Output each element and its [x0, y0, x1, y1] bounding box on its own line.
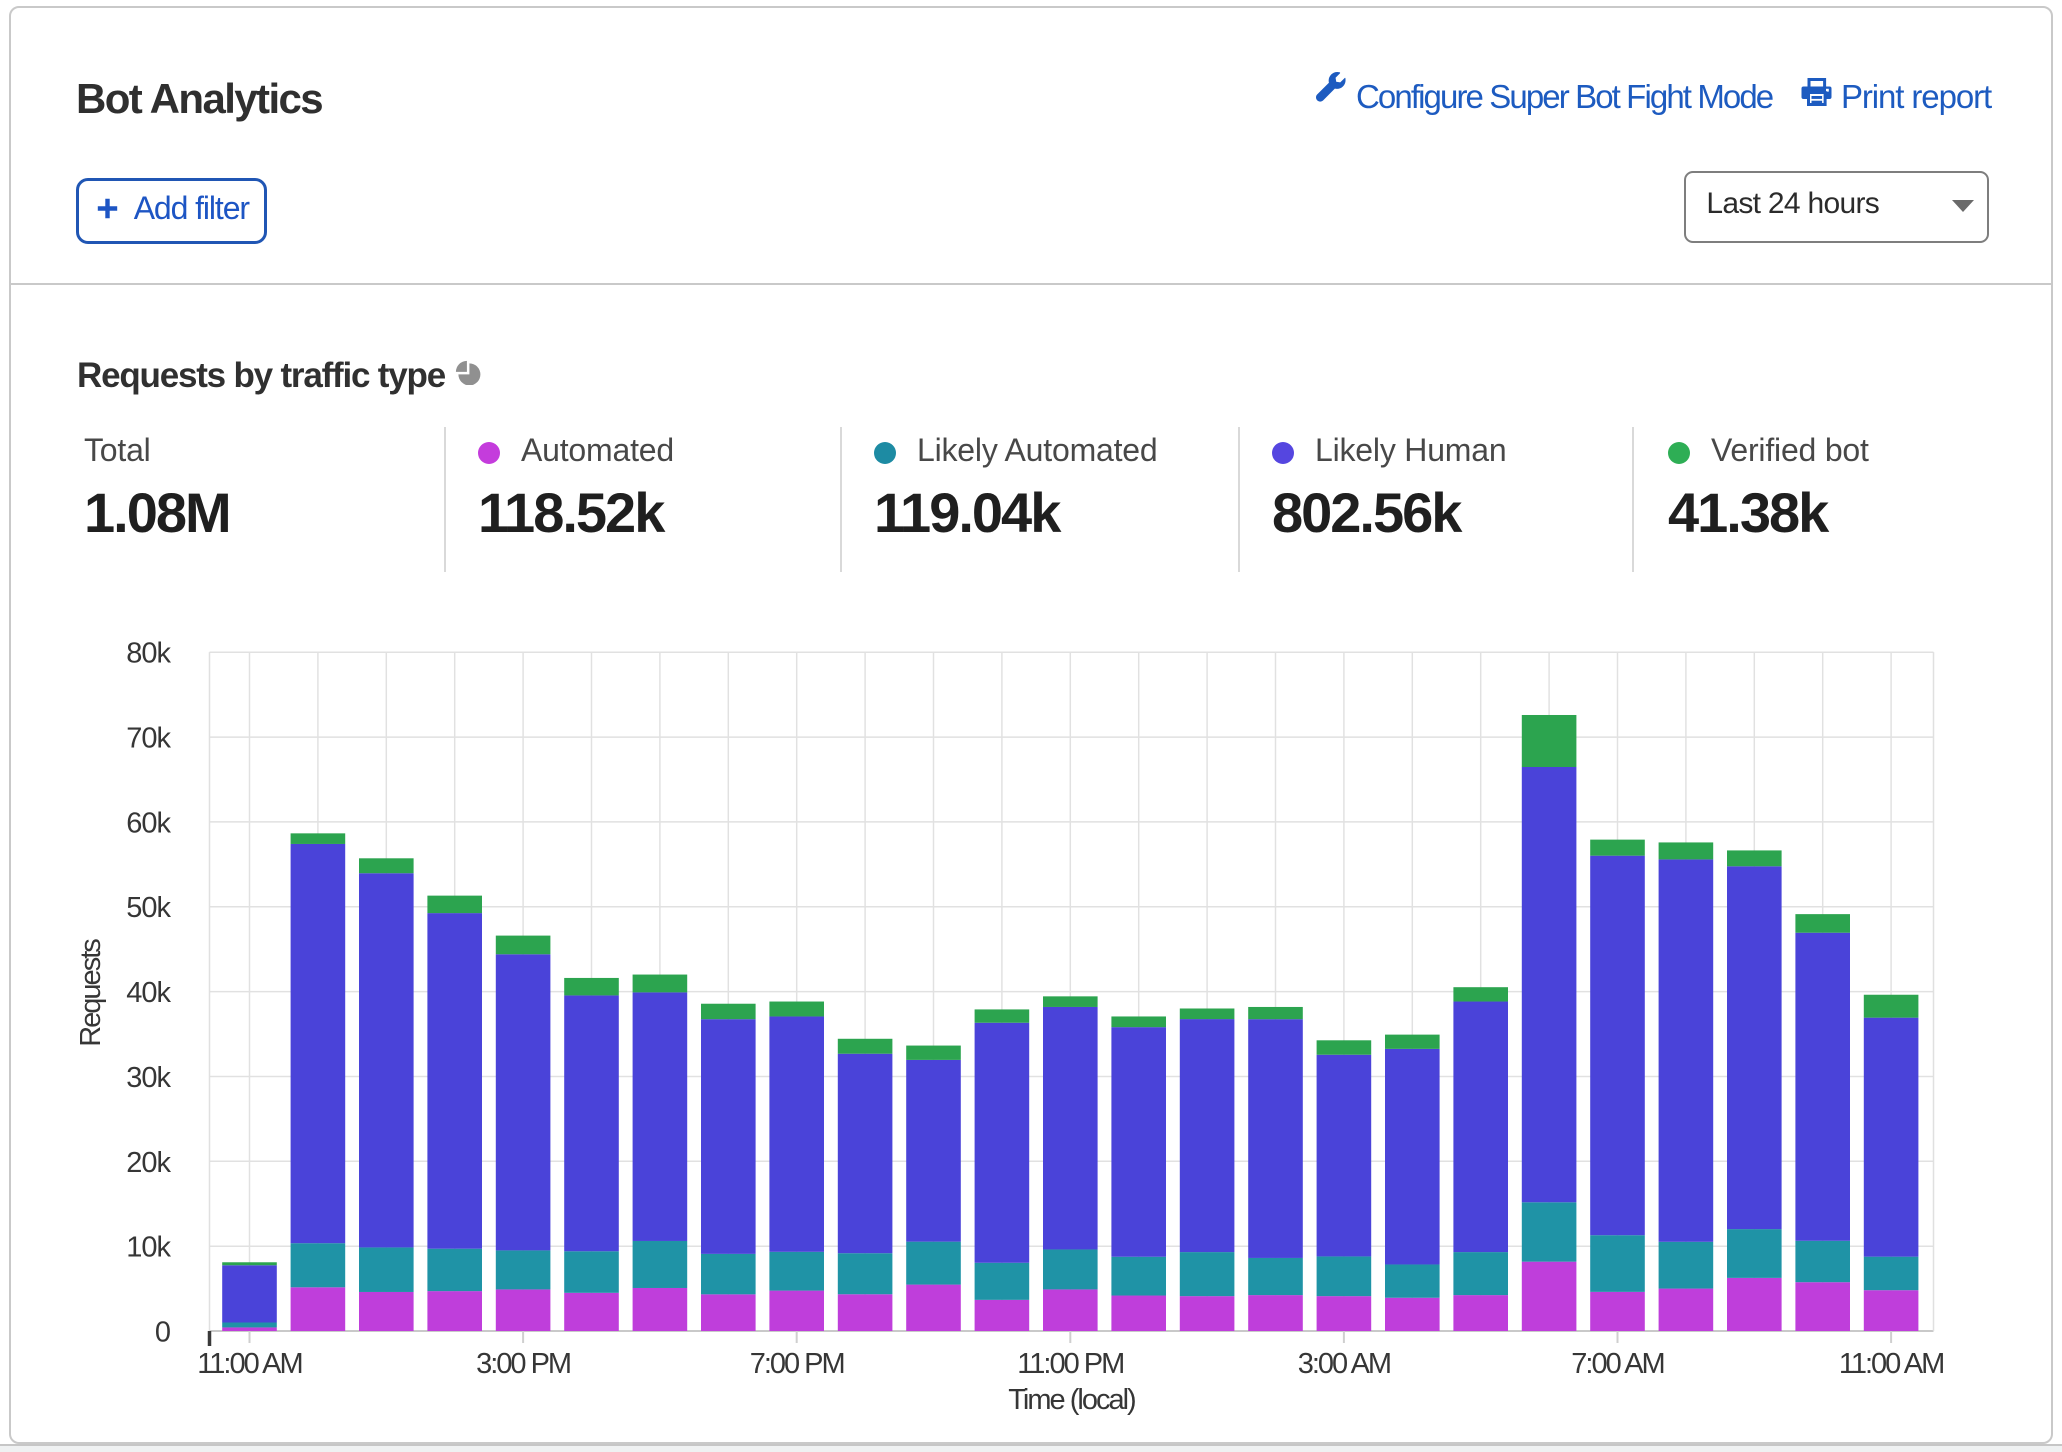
svg-text:11:00 AM: 11:00 AM [197, 1348, 301, 1380]
svg-text:3:00 PM: 3:00 PM [476, 1348, 570, 1380]
svg-text:Time (local): Time (local) [1008, 1384, 1135, 1416]
svg-text:50k: 50k [126, 892, 171, 924]
svg-text:60k: 60k [126, 807, 171, 839]
svg-text:70k: 70k [126, 723, 171, 755]
svg-text:Requests: Requests [75, 939, 107, 1047]
svg-text:0: 0 [155, 1317, 170, 1349]
svg-text:20k: 20k [126, 1147, 171, 1179]
svg-text:3:00 AM: 3:00 AM [1298, 1348, 1390, 1380]
svg-text:10k: 10k [126, 1232, 171, 1264]
svg-text:80k: 80k [126, 638, 171, 670]
svg-text:40k: 40k [126, 977, 171, 1009]
svg-text:7:00 AM: 7:00 AM [1571, 1348, 1663, 1380]
svg-text:11:00 PM: 11:00 PM [1017, 1348, 1123, 1380]
svg-text:7:00 PM: 7:00 PM [750, 1348, 844, 1380]
svg-text:30k: 30k [126, 1062, 171, 1094]
svg-text:11:00 AM: 11:00 AM [1839, 1348, 1943, 1380]
